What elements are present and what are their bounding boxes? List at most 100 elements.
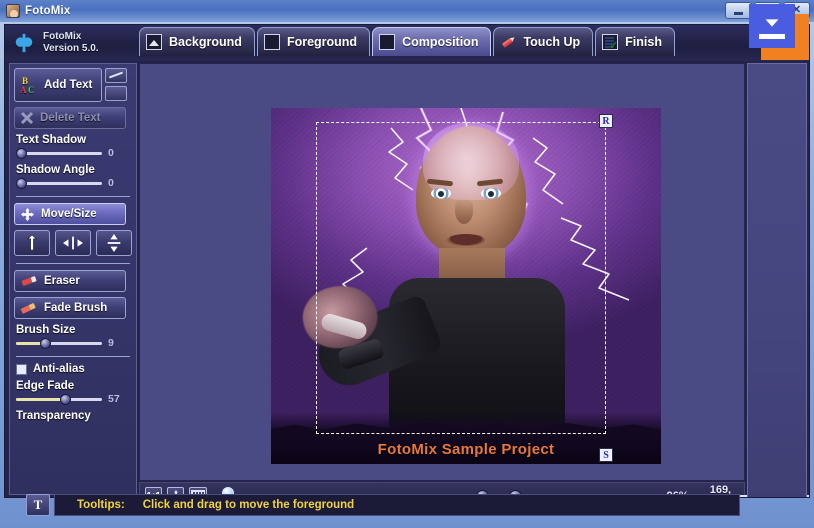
brand-name: FotoMix [43,31,82,42]
slider-knob[interactable] [60,394,71,405]
flip-vertical-icon [26,234,37,250]
text-shadow-value: 0 [108,147,114,159]
figure-nose [455,198,473,224]
eraser-label: Eraser [44,275,80,287]
tab-composition[interactable]: Composition [372,27,492,56]
minimize-icon [734,11,743,15]
tab-background[interactable]: Background [139,27,255,56]
slider-track [16,182,102,185]
slider-knob[interactable] [40,338,51,349]
magic-wand-button[interactable] [105,68,127,83]
center-horizontal-icon [63,236,83,250]
download-badge-blue [749,4,795,48]
handle-rotate[interactable]: R [599,114,613,128]
canvas-area[interactable]: th ot... [139,63,745,481]
add-text-row: B A C Add Text [14,68,132,102]
title-bar: FotoMix ✕ [0,0,814,22]
svg-text:A: A [20,85,27,95]
download-bar-icon [759,34,785,39]
edge-fade-slider-row: 57 [16,393,132,405]
status-bar: T Tooltips: Click and drag to move the f… [4,491,810,519]
center-vertical-button[interactable] [96,230,132,256]
app-window: FotoMix ✕ FotoMix Version 5.0. Backgroun… [0,0,814,528]
shadow-angle-slider[interactable] [16,177,102,189]
portrait-icon [379,34,396,50]
eraser-icon [21,276,37,286]
figure-pupil-right [488,191,494,197]
brand-text: FotoMix Version 5.0. [43,31,99,55]
tooltips-message: Click and drag to move the foreground [142,499,355,511]
tab-finish-label: Finish [625,35,662,49]
tab-touch-up-label: Touch Up [523,35,581,49]
delete-text-button[interactable]: Delete Text [14,107,126,129]
tab-foreground-label: Foreground [286,35,358,49]
handle-size[interactable]: S [599,448,613,462]
divider [16,356,130,357]
portrait-icon [263,34,280,50]
minimize-button[interactable] [725,2,752,19]
left-sidebar: B A C Add Text Delete Text Text Shadow 0… [9,63,137,495]
divider [16,196,130,197]
svg-text:C: C [28,85,35,95]
checklist-icon [602,34,619,50]
x-mark-icon [20,111,34,125]
transparency-label: Transparency [16,410,91,422]
center-horizontal-button[interactable] [55,230,91,256]
download-arrow-icon [765,14,779,27]
slider-fill [16,342,42,345]
pen-icon [497,31,519,53]
figure-eye-right [481,188,501,199]
anti-alias-row[interactable]: Anti-alias [16,363,132,375]
brush-size-value: 9 [108,337,114,349]
photo-icon [6,4,20,18]
right-panel [747,63,807,497]
tooltip-icon: T [26,494,50,516]
fotomix-logo-icon [15,33,33,53]
brush-size-slider[interactable] [16,337,102,349]
anti-alias-label: Anti-alias [33,363,85,375]
text-shadow-slider[interactable] [16,147,102,159]
transform-buttons-row [14,230,132,256]
flip-vertical-button[interactable] [14,230,50,256]
shadow-angle-value: 0 [108,177,114,189]
slider-knob[interactable] [16,178,27,189]
tab-bar: Background Foreground Composition Touch … [139,27,675,59]
extra-tool-button[interactable] [105,86,127,101]
anti-alias-checkbox[interactable] [16,363,27,375]
landscape-icon [146,34,162,50]
move-size-button[interactable]: Move/Size [14,203,126,225]
shadow-angle-slider-row: 0 [16,177,132,189]
edge-fade-label: Edge Fade [16,380,75,392]
app-frame: FotoMix Version 5.0. Background Foregrou… [4,24,810,498]
add-text-button[interactable]: B A C Add Text [14,68,102,102]
move-size-label: Move/Size [41,208,97,220]
fade-brush-button[interactable]: Fade Brush [14,297,126,319]
figure-eye-left [431,188,451,199]
text-shadow-slider-row: 0 [16,147,132,159]
brush-size-label: Brush Size [16,324,76,336]
tab-composition-label: Composition [402,35,479,49]
tab-touch-up[interactable]: Touch Up [493,27,594,56]
edge-fade-slider[interactable] [16,393,102,405]
foreground-figure[interactable] [297,118,621,453]
download-badge[interactable] [749,4,809,60]
move-arrows-icon [20,207,35,221]
slider-track [16,342,102,345]
composite-photo[interactable]: th ot... [271,108,661,464]
text-shadow-label: Text Shadow [16,134,87,146]
slider-track [16,152,102,155]
tab-finish[interactable]: Finish [595,27,675,56]
delete-text-label: Delete Text [40,112,101,124]
tab-foreground[interactable]: Foreground [256,27,371,56]
window-title: FotoMix [25,5,71,17]
figure-pupil-left [438,191,444,197]
slider-track [16,398,102,401]
divider [16,263,130,264]
status-message-box: Tooltips: Click and drag to move the for… [54,494,740,516]
brand-version: Version 5.0. [43,43,99,54]
fade-brush-label: Fade Brush [44,302,108,314]
slider-knob[interactable] [16,148,27,159]
shadow-angle-label: Shadow Angle [16,164,95,176]
tooltips-label: Tooltips: [77,499,125,511]
eraser-button[interactable]: Eraser [14,270,126,292]
